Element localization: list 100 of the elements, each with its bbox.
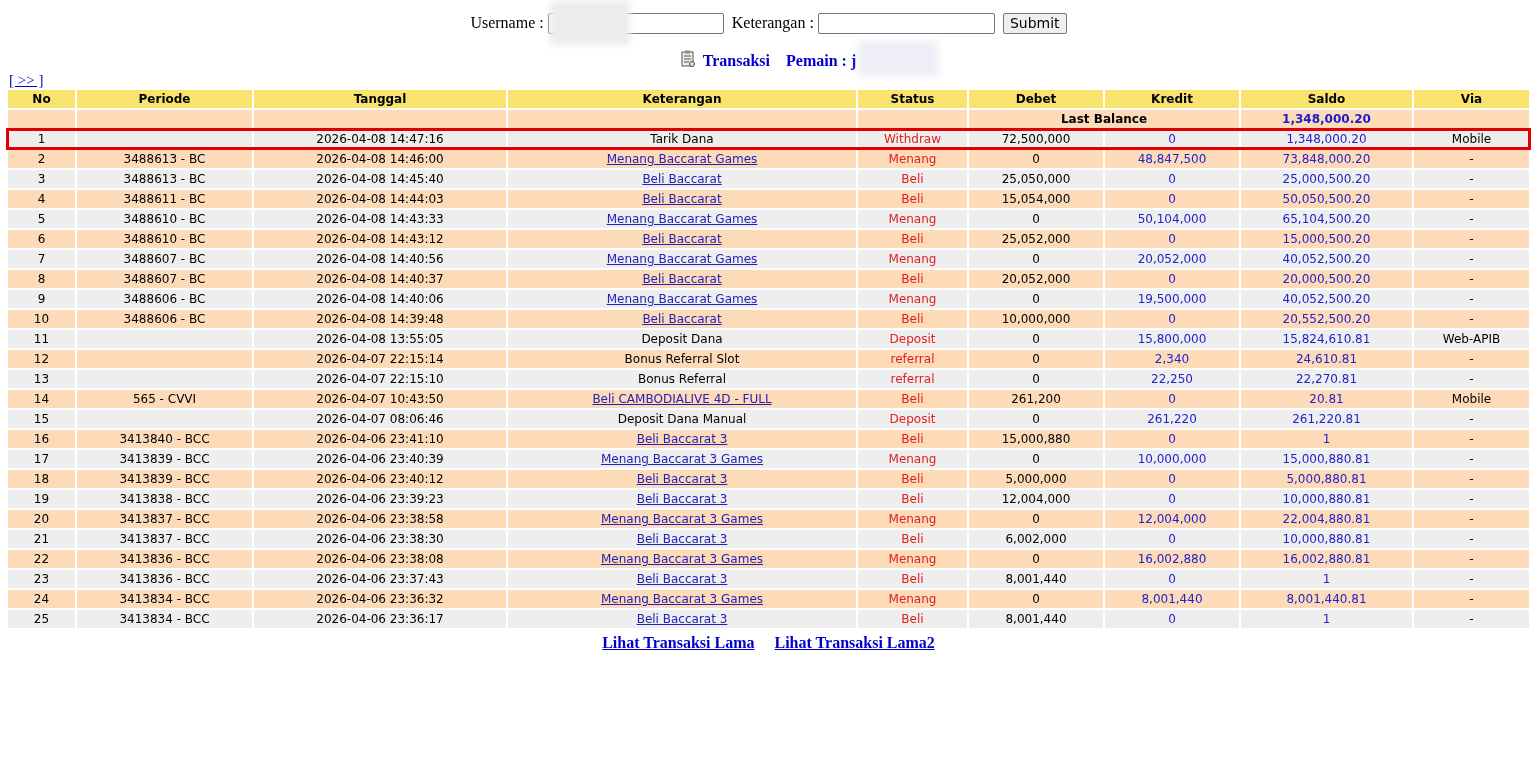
credit-cell: 0 (1105, 470, 1239, 488)
balance-cell: 16,002,880.81 (1241, 550, 1412, 568)
debit-cell: 0 (969, 590, 1103, 608)
debit-cell: 72,500,000 (969, 130, 1103, 148)
date-cell: 2026-04-06 23:41:10 (254, 430, 506, 448)
debit-cell: 15,000,880 (969, 430, 1103, 448)
via-cell: - (1414, 230, 1529, 248)
period-cell: 3488613 - BC (77, 150, 252, 168)
status-cell: Beli (858, 570, 967, 588)
balance-cell: 40,052,500.20 (1241, 290, 1412, 308)
status-cell: Beli (858, 230, 967, 248)
status-cell: Beli (858, 270, 967, 288)
period-cell: 3413838 - BCC (77, 490, 252, 508)
balance-cell: 1 (1241, 570, 1412, 588)
via-cell: - (1414, 530, 1529, 548)
date-cell: 2026-04-08 14:40:06 (254, 290, 506, 308)
period-cell: 3488610 - BC (77, 210, 252, 228)
via-cell: Mobile (1414, 130, 1529, 148)
credit-cell: 22,250 (1105, 370, 1239, 388)
period-cell: 3413837 - BCC (77, 530, 252, 548)
column-header: Status (858, 90, 967, 108)
period-cell: 3488606 - BC (77, 310, 252, 328)
credit-cell: 20,052,000 (1105, 250, 1239, 268)
date-cell: 2026-04-06 23:36:32 (254, 590, 506, 608)
period-cell: 3488607 - BC (77, 270, 252, 288)
row-number: 25 (8, 610, 75, 628)
balance-cell: 15,824,610.81 (1241, 330, 1412, 348)
credit-cell: 12,004,000 (1105, 510, 1239, 528)
row-number: 7 (8, 250, 75, 268)
row-number: 15 (8, 410, 75, 428)
row-number: 1 (8, 130, 75, 148)
debit-cell: 0 (969, 550, 1103, 568)
balance-cell: 10,000,880.81 (1241, 490, 1412, 508)
history-link[interactable]: Lihat Transaksi Lama (602, 631, 755, 655)
balance-cell: 22,004,880.81 (1241, 510, 1412, 528)
period-cell: 3488613 - BC (77, 170, 252, 188)
via-cell: - (1414, 190, 1529, 208)
via-cell: - (1414, 470, 1529, 488)
status-cell: Beli (858, 310, 967, 328)
via-cell: - (1414, 610, 1529, 628)
credit-cell: 0 (1105, 490, 1239, 508)
column-header: Saldo (1241, 90, 1412, 108)
player-label: Pemain : j (786, 52, 857, 69)
description-link[interactable]: Beli Baccarat (642, 312, 722, 326)
row-number: 23 (8, 570, 75, 588)
status-cell: Menang (858, 510, 967, 528)
keterangan-label: Keterangan : (731, 13, 814, 34)
history-link[interactable]: Lihat Transaksi Lama2 (774, 631, 935, 655)
period-cell: 3488606 - BC (77, 290, 252, 308)
debit-cell: 0 (969, 510, 1103, 528)
username-label: Username : (470, 13, 544, 33)
debit-cell: 261,200 (969, 390, 1103, 408)
balance-cell: 1 (1241, 610, 1412, 628)
date-cell: 2026-04-06 23:39:23 (254, 490, 506, 508)
row-number: 10 (8, 310, 75, 328)
date-cell: 2026-04-08 14:45:40 (254, 170, 506, 188)
status-cell: Beli (858, 170, 967, 188)
keterangan-field[interactable] (817, 12, 995, 34)
credit-cell: 19,500,000 (1105, 290, 1239, 308)
date-cell: 2026-04-08 14:46:00 (254, 150, 506, 168)
debit-cell: 15,054,000 (969, 190, 1103, 208)
credit-cell: 10,000,000 (1105, 450, 1239, 468)
credit-cell: 0 (1105, 570, 1239, 588)
balance-cell: 5,000,880.81 (1241, 470, 1412, 488)
via-cell: - (1414, 170, 1529, 188)
next-page-link[interactable]: [ >> ] (9, 72, 44, 88)
last-balance-value: 1,348,000.20 (1241, 110, 1412, 128)
status-cell: Beli (858, 610, 967, 628)
balance-cell: 10,000,880.81 (1241, 530, 1412, 548)
date-cell: 2026-04-07 22:15:10 (254, 370, 506, 388)
debit-cell: 25,052,000 (969, 230, 1103, 248)
status-cell: referral (858, 350, 967, 368)
status-cell: Menang (858, 290, 967, 308)
debit-cell: 8,001,440 (969, 570, 1103, 588)
credit-cell: 0 (1105, 310, 1239, 328)
status-cell: Menang (858, 450, 967, 468)
row-number: 4 (8, 190, 75, 208)
debit-cell: 8,001,440 (969, 610, 1103, 628)
period-cell: 3413834 - BCC (77, 590, 252, 608)
row-number: 19 (8, 490, 75, 508)
date-cell: 2026-04-06 23:37:43 (254, 570, 506, 588)
status-cell: Beli (858, 530, 967, 548)
debit-cell: 6,002,000 (969, 530, 1103, 548)
description-link[interactable]: Beli Baccarat (642, 192, 722, 206)
description-link[interactable]: Beli Baccarat (642, 172, 722, 186)
row-number: 12 (8, 350, 75, 368)
via-cell: - (1414, 290, 1529, 308)
credit-cell: 261,220 (1105, 410, 1239, 428)
clipboard-icon (680, 50, 695, 68)
via-cell: - (1414, 250, 1529, 268)
description-link[interactable]: Beli Baccarat (642, 232, 722, 246)
period-cell: 3413839 - BCC (77, 450, 252, 468)
description-link[interactable]: Beli Baccarat (642, 272, 722, 286)
balance-cell: 65,104,500.20 (1241, 210, 1412, 228)
date-cell: 2026-04-07 08:06:46 (254, 410, 506, 428)
column-header: No (8, 90, 75, 108)
credit-cell: 15,800,000 (1105, 330, 1239, 348)
debit-cell: 20,052,000 (969, 270, 1103, 288)
submit-button[interactable]: Submit (1002, 12, 1067, 34)
status-cell: Menang (858, 210, 967, 228)
